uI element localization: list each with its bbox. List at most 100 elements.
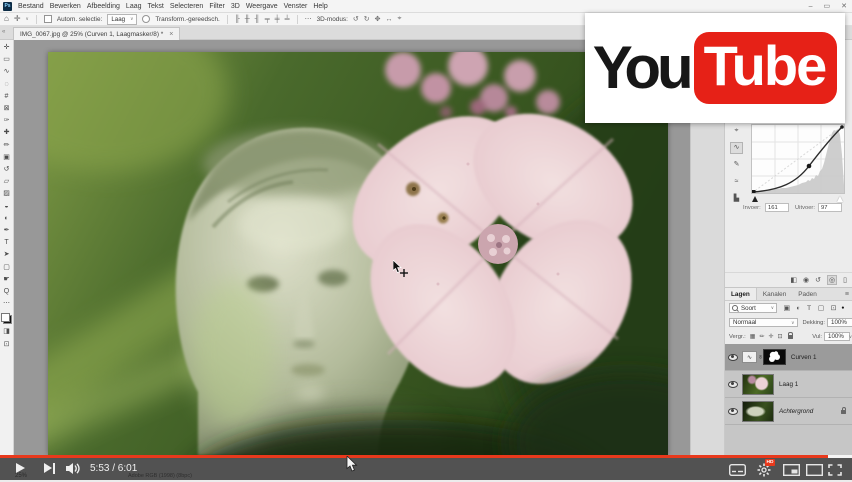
reset-icon[interactable]: ↺ [815,276,821,284]
align-bottom-icon[interactable]: ╧ [285,16,290,23]
filter-type-icon[interactable]: T [807,305,811,312]
theater-mode-button[interactable] [806,463,823,481]
crop-tool[interactable]: # [1,91,13,103]
layer-visibility-icon[interactable] [728,354,738,361]
lasso-tool[interactable]: ∿ [1,66,13,78]
auto-select-checkbox[interactable] [44,15,52,23]
subtitles-button[interactable] [729,463,746,481]
path-selection-tool[interactable]: ➤ [1,249,13,261]
tab-paden[interactable]: Paden [792,288,822,300]
healing-brush-tool[interactable]: ✚ [1,127,13,139]
close-icon[interactable]: ✕ [841,2,847,10]
layer-mask-thumbnail[interactable] [763,349,786,365]
blur-tool[interactable]: ◒ [1,201,13,213]
previous-state-icon[interactable]: ◉ [803,276,809,284]
eyedropper-tool[interactable]: ✑ [1,115,13,127]
align-top-icon[interactable]: ╤ [265,16,270,23]
smooth-curve-icon[interactable]: ≈ [730,176,743,188]
filter-shape-icon[interactable]: ▢ [818,304,824,312]
dodge-tool[interactable]: ◐ [1,213,13,225]
menu-selecteren[interactable]: Selecteren [170,3,203,10]
invoer-field[interactable]: 161 [765,203,789,212]
black-point-slider[interactable] [752,196,758,202]
align-left-icon[interactable]: ╟ [235,16,240,23]
maximize-icon[interactable]: ▭ [824,2,831,10]
pencil-curve-icon[interactable]: ✎ [730,159,743,171]
brush-tool[interactable]: ✏ [1,140,13,152]
lock-artboard-icon[interactable]: ⊡ [778,333,783,340]
layer-thumbnail[interactable] [742,401,774,422]
filter-pixel-icon[interactable]: ▣ [784,304,790,312]
clone-stamp-tool[interactable]: ▣ [1,152,13,164]
adjustment-layer-thumbnail[interactable]: ∿ [742,351,757,363]
quick-selection-tool[interactable]: ◌ [1,79,13,91]
lock-position-icon[interactable]: ✛ [768,333,773,340]
tab-lagen[interactable]: Lagen [725,288,757,300]
auto-levels-icon[interactable]: ▙ [730,193,743,205]
3d-orbit-icon[interactable]: ↺ [353,15,359,23]
lock-pixels-icon[interactable]: ✏ [759,333,764,340]
menu-venster[interactable]: Venster [284,3,308,10]
menu-help[interactable]: Help [313,3,327,10]
history-brush-tool[interactable]: ↺ [1,164,13,176]
color-swatches[interactable] [1,313,12,324]
panel-menu-icon[interactable]: ≡ [845,288,852,300]
layer-visibility-icon[interactable] [728,381,738,388]
layer-row-achtergrond[interactable]: Achtergrond [725,398,852,425]
marquee-tool[interactable]: ▭ [1,54,13,66]
zoom-tool[interactable]: Q [1,286,13,298]
3d-slide-icon[interactable]: ↔ [385,16,392,23]
frame-tool[interactable]: ⊠ [1,103,13,115]
screen-mode-icon[interactable]: ⊡ [1,339,13,351]
pen-tool[interactable]: ✒ [1,225,13,237]
home-icon[interactable]: ⌂ [4,14,9,24]
layer-filter-dropdown[interactable]: Soort ∨ [729,303,777,313]
clip-adjustment-icon[interactable]: ◧ [790,276,797,284]
active-tool-icon[interactable]: ✛ [14,14,21,24]
document-tab[interactable]: IMG_0067.jpg @ 25% (Curven 1, Laagmasker… [13,27,180,41]
tab-kanalen[interactable]: Kanalen [757,288,792,300]
3d-pan-icon[interactable]: ✥ [375,15,381,23]
fullscreen-button[interactable] [828,463,842,481]
align-right-icon[interactable]: ╢ [255,16,260,23]
transform-controls-checkbox[interactable] [142,15,150,23]
move-tool[interactable]: ✛ [1,42,13,54]
menu-tekst[interactable]: Tekst [148,3,164,10]
hand-tool[interactable]: ☛ [1,274,13,286]
gradient-tool[interactable]: ▨ [1,188,13,200]
menu-3d[interactable]: 3D [231,3,240,10]
more-options-icon[interactable]: ⋯ [305,15,312,23]
quick-mask-icon[interactable]: ◨ [1,326,13,338]
auto-select-dropdown[interactable]: Laag ∨ [107,14,137,25]
lock-all-icon[interactable] [788,335,793,339]
filter-adjustment-icon[interactable]: ◐ [796,305,800,312]
align-center-v-icon[interactable]: ╪ [275,16,280,23]
3d-scale-icon[interactable]: ⌖ [397,15,401,23]
vul-dropdown[interactable]: 100% ∨ [824,332,850,341]
eraser-tool[interactable]: ▱ [1,176,13,188]
delete-icon[interactable]: ▯ [843,276,847,284]
edit-toolbar-icon[interactable]: ⋯ [1,298,13,310]
white-point-slider[interactable] [837,196,843,202]
lock-transparency-icon[interactable]: ▦ [750,333,756,340]
canvas-image[interactable] [48,52,668,455]
miniplayer-button[interactable] [783,463,800,481]
3d-roll-icon[interactable]: ↻ [364,15,370,23]
tab-close-icon[interactable]: × [169,31,173,38]
curves-graph[interactable] [751,124,845,194]
menu-afbeelding[interactable]: Afbeelding [87,3,120,10]
menu-laag[interactable]: Laag [126,3,142,10]
menu-bestand[interactable]: Bestand [18,3,44,10]
menu-weergave[interactable]: Weergave [246,3,278,10]
foreground-color-swatch[interactable] [1,313,10,322]
collapse-panel-icon[interactable]: « [2,29,5,35]
shape-tool[interactable]: ▢ [1,262,13,274]
filter-smart-object-icon[interactable]: ⊡ [831,304,837,312]
visibility-eye-icon[interactable]: ◎ [827,275,837,285]
layer-row-laag-1[interactable]: Laag 1 [725,371,852,398]
menu-bewerken[interactable]: Bewerken [50,3,81,10]
volume-button[interactable] [66,462,82,480]
blend-mode-dropdown[interactable]: Normaal ∨ [729,318,798,327]
uitvoer-field[interactable]: 97 [818,203,842,212]
layer-row-curven-1[interactable]: ∿ ∞ Curven 1 [725,344,852,371]
